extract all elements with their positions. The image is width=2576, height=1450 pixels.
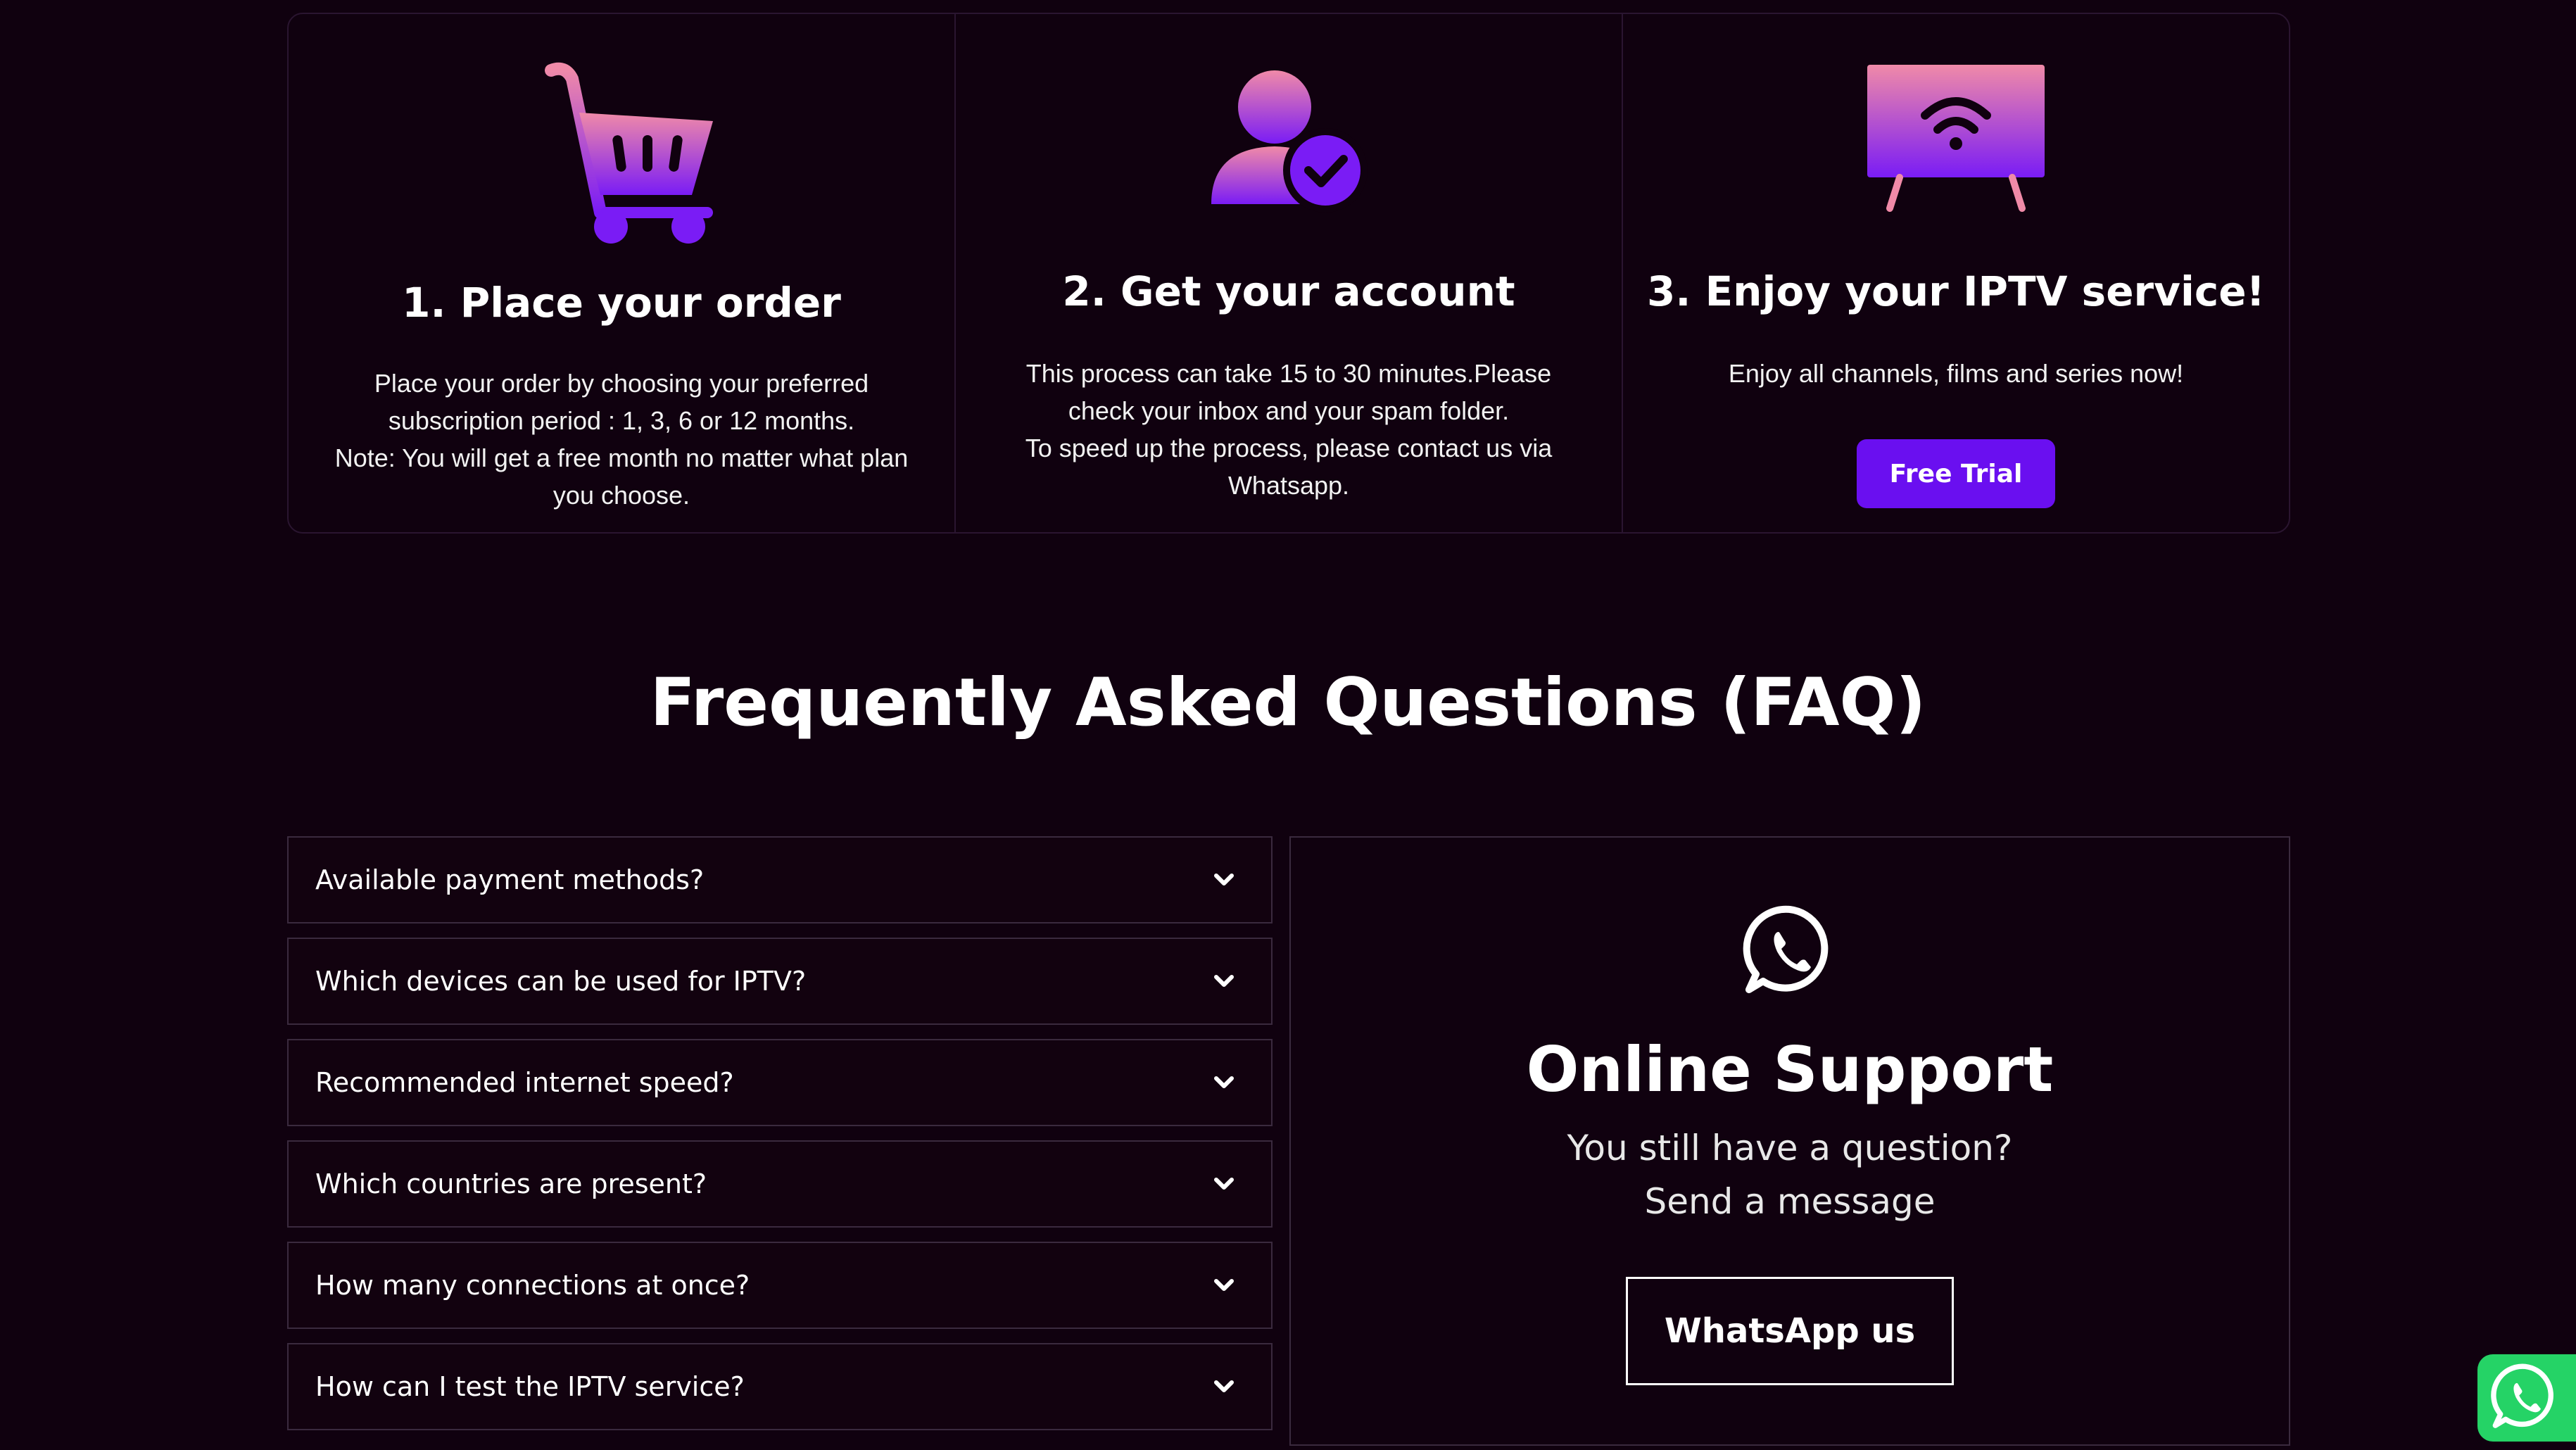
support-title: Online Support — [1526, 1033, 2054, 1106]
support-message: Send a message — [1644, 1181, 1936, 1222]
online-support-panel: Online Support You still have a question… — [1289, 836, 2290, 1446]
faq-question: How many connections at once? — [315, 1270, 750, 1301]
faq-item[interactable]: Which countries are present? — [287, 1140, 1273, 1228]
faq-item[interactable]: Which devices can be used for IPTV? — [287, 938, 1273, 1025]
step-description: Enjoy all channels, films and series now… — [1728, 359, 2184, 388]
step-title: 2. Get your account — [1062, 267, 1515, 315]
faq-question: Which devices can be used for IPTV? — [315, 966, 807, 997]
faq-item[interactable]: Recommended internet speed? — [287, 1039, 1273, 1126]
faq-item[interactable]: How many connections at once? — [287, 1242, 1273, 1329]
step-description: This process can take 15 to 30 minutes.P… — [1025, 359, 1553, 500]
faq-question: Recommended internet speed? — [315, 1067, 734, 1098]
whatsapp-us-button[interactable]: WhatsApp us — [1626, 1277, 1954, 1385]
steps-panel: 1. Place your order Place your order by … — [287, 13, 2290, 534]
faq-list: Available payment methods? Which devices… — [287, 836, 1273, 1444]
step-get-account: 2. Get your account This process can tak… — [956, 14, 1623, 532]
chevron-down-icon — [1212, 969, 1236, 993]
tv-wifi-icon — [1623, 62, 2289, 217]
chevron-down-icon — [1212, 1071, 1236, 1095]
step-place-order: 1. Place your order Place your order by … — [289, 14, 956, 532]
step-description: Place your order by choosing your prefer… — [334, 369, 909, 510]
shopping-cart-icon — [289, 51, 954, 248]
faq-title: Frequently Asked Questions (FAQ) — [650, 664, 1926, 741]
chevron-down-icon — [1212, 1375, 1236, 1399]
chevron-down-icon — [1212, 868, 1236, 892]
chevron-down-icon — [1212, 1172, 1236, 1196]
step-enjoy-service: 3. Enjoy your IPTV service! Enjoy all ch… — [1623, 14, 2289, 532]
step-title: 1. Place your order — [402, 279, 841, 327]
faq-item[interactable]: How can I test the IPTV service? — [287, 1343, 1273, 1430]
whatsapp-icon — [1742, 902, 1838, 1002]
free-trial-button[interactable]: Free Trial — [1857, 439, 2055, 508]
chevron-down-icon — [1212, 1273, 1236, 1297]
faq-item[interactable]: Available payment methods? — [287, 836, 1273, 923]
floating-whatsapp-button[interactable] — [2477, 1354, 2576, 1442]
user-check-icon — [956, 63, 1622, 218]
whatsapp-icon — [2490, 1361, 2561, 1435]
faq-question: Available payment methods? — [315, 864, 705, 895]
faq-question: Which countries are present? — [315, 1168, 707, 1199]
step-title: 3. Enjoy your IPTV service! — [1646, 267, 2265, 315]
faq-question: How can I test the IPTV service? — [315, 1371, 745, 1402]
support-question: You still have a question? — [1567, 1128, 2013, 1168]
